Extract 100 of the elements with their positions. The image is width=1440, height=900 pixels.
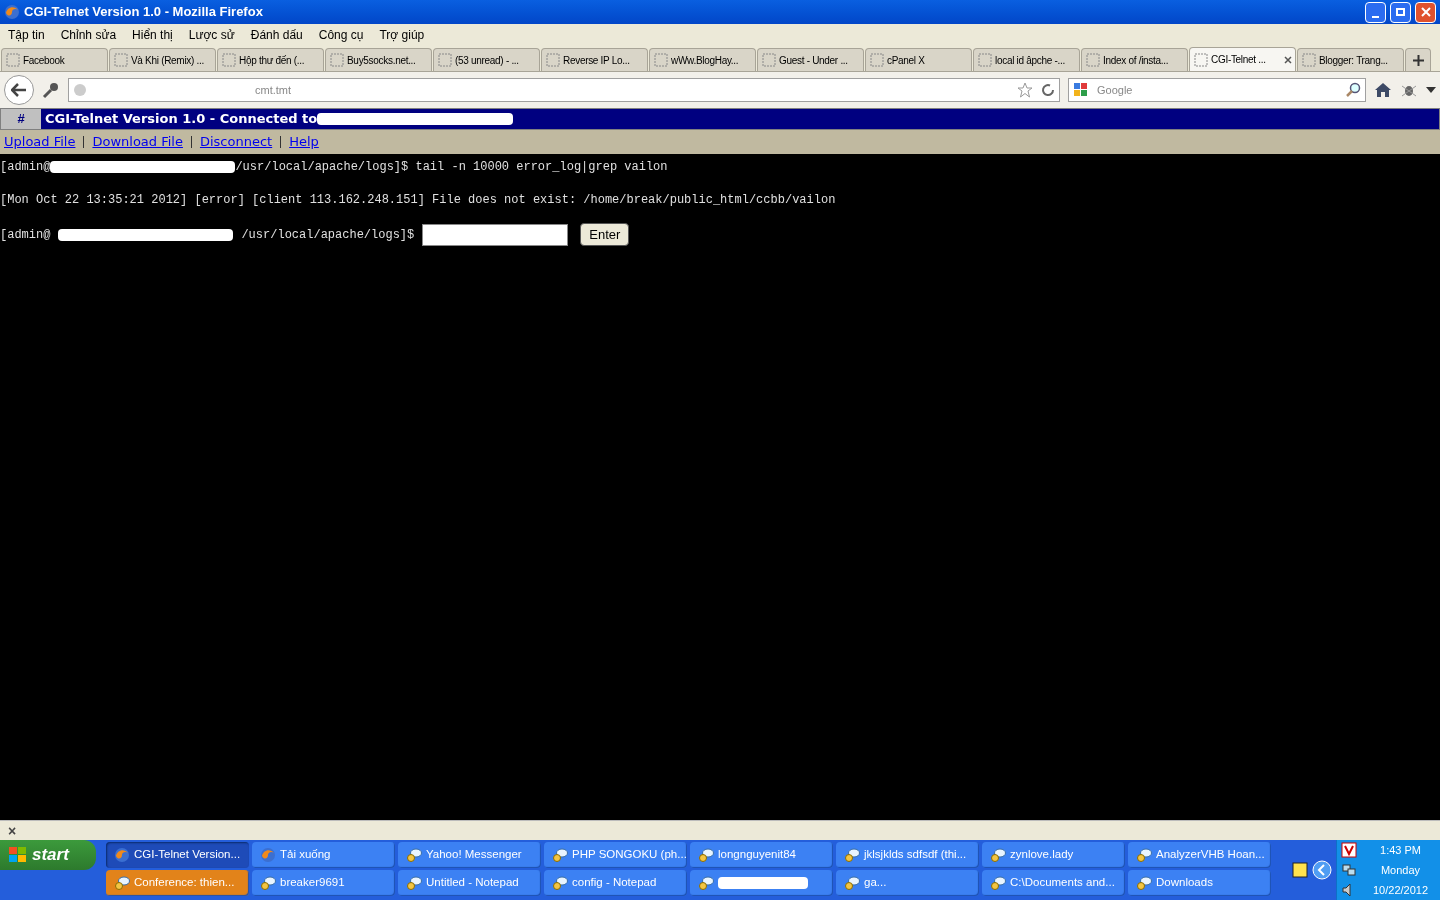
close-icon[interactable] <box>1284 55 1292 64</box>
plus-icon <box>1412 54 1424 66</box>
taskbar-button[interactable]: config - Notepad <box>544 870 687 896</box>
page-icon <box>437 52 453 68</box>
browser-tab[interactable]: Guest - Under ... <box>757 48 864 71</box>
page-icon <box>5 52 21 68</box>
browser-tab[interactable]: Hộp thư đến (... <box>217 48 324 71</box>
key-icon <box>42 81 60 99</box>
taskbar-button[interactable]: Tải xuống <box>252 842 395 868</box>
globe-icon <box>114 847 130 863</box>
tab-label: wWw.BlogHay... <box>671 53 740 68</box>
globe-icon <box>73 83 87 97</box>
tab-label: Hộp thư đến (... <box>239 53 306 68</box>
taskbar-button[interactable]: jklsjklds sdfsdf (thi... <box>836 842 979 868</box>
menu-item[interactable]: Chỉnh sửa <box>60 26 117 44</box>
taskbar-button[interactable]: CGI-Telnet Version... <box>106 842 249 868</box>
taskbar-button[interactable]: longnguyenit84 <box>690 842 833 868</box>
nav-link[interactable]: Download File <box>92 132 183 152</box>
taskbar-button[interactable] <box>690 870 833 896</box>
page-icon <box>545 52 561 68</box>
globe-icon <box>4 4 20 20</box>
command-line: /usr/local/apache/logs]$ tail -n 10000 error_log|grep vailon <box>235 159 668 176</box>
menu-item[interactable]: Trợ giúp <box>379 26 425 44</box>
browser-tab[interactable]: cPanel X <box>865 48 972 71</box>
star-icon[interactable] <box>1017 82 1033 98</box>
search-field[interactable]: Google <box>1068 78 1366 102</box>
back-arrow-icon <box>11 83 27 97</box>
chat-bubble-icon <box>990 847 1006 863</box>
address-text: cmt.tmt <box>254 82 293 98</box>
browser-tab[interactable]: Và Khi (Remix) ... <box>109 48 216 71</box>
browser-tab[interactable]: Facebook <box>1 48 108 71</box>
close-button[interactable] <box>1415 1 1436 23</box>
clock-time: 1:43 PM <box>1380 842 1421 858</box>
browser-tab[interactable]: Buy5socks.net... <box>325 48 432 71</box>
address-field[interactable]: cmt.tmt <box>68 78 1060 102</box>
menu-item[interactable]: Hiển thị <box>132 26 173 44</box>
taskbar-button[interactable]: zynlove.lady <box>982 842 1125 868</box>
chat-bubble-icon <box>990 875 1006 891</box>
taskbar-button[interactable]: Downloads <box>1128 870 1271 896</box>
prompt-text: [admin@ <box>0 226 51 244</box>
home-icon[interactable] <box>1374 81 1392 99</box>
tab-label: Index of /insta... <box>1103 53 1170 68</box>
new-tab-button[interactable] <box>1405 48 1431 71</box>
tab-label: Reverse IP Lo... <box>563 53 631 68</box>
output-line: [Mon Oct 22 13:35:21 2012] [error] [client 113.162.248.151] File does not exist: /home/break/public_html/ccbb/vailon <box>0 192 837 209</box>
menu-item[interactable]: Lược sử <box>188 26 235 44</box>
browser-tab[interactable]: wWw.BlogHay... <box>649 48 756 71</box>
globe-icon <box>260 847 276 863</box>
taskbar-button[interactable]: breaker9691 <box>252 870 395 896</box>
browser-tab[interactable]: CGI-Telnet ... <box>1189 47 1296 71</box>
antivirus-icon[interactable] <box>1341 842 1357 858</box>
browser-tab[interactable]: Reverse IP Lo... <box>541 48 648 71</box>
chat-bubble-icon <box>1136 847 1152 863</box>
chat-bubble-icon <box>844 875 860 891</box>
chat-bubble-icon <box>406 875 422 891</box>
tab-label: Buy5socks.net... <box>347 53 417 68</box>
tab-label: Guest - Under ... <box>779 53 849 68</box>
window-title: CGI-Telnet Version 1.0 - Mozilla Firefox <box>24 3 264 22</box>
back-button[interactable] <box>4 75 34 105</box>
expand-tray-icon[interactable] <box>1312 860 1332 880</box>
start-button[interactable]: start <box>0 840 96 870</box>
browser-tab[interactable]: Index of /insta... <box>1081 48 1188 71</box>
nav-link[interactable]: Help <box>289 132 319 152</box>
taskbar-button[interactable]: C:\Documents and... <box>982 870 1125 896</box>
taskbar-button[interactable]: ga... <box>836 870 979 896</box>
page-icon <box>653 52 669 68</box>
browser-tab[interactable]: Blogger: Trang... <box>1297 48 1404 71</box>
google-icon <box>1073 82 1089 98</box>
network-icon[interactable] <box>1341 862 1357 878</box>
search-input[interactable]: Google <box>1097 81 1337 99</box>
page-icon <box>869 52 885 68</box>
reload-icon[interactable] <box>1041 83 1055 97</box>
minimize-button[interactable] <box>1365 1 1386 23</box>
clock-day: Monday <box>1380 861 1421 879</box>
command-field[interactable] <box>422 223 569 246</box>
taskbar-button[interactable]: Untitled - Notepad <box>398 870 541 896</box>
browser-tab[interactable]: local id âpche -... <box>973 48 1080 71</box>
taskbar-button[interactable]: PHP SONGOKU (ph... <box>544 842 687 868</box>
windows-logo-icon <box>8 846 28 864</box>
path-text: /usr/local/apache/logs]$ <box>241 226 415 244</box>
taskbar-button[interactable]: Yahoo! Messenger <box>398 842 541 868</box>
search-icon[interactable] <box>1345 82 1361 98</box>
tab-label: Và Khi (Remix) ... <box>131 53 205 68</box>
close-find-bar-button[interactable]: × <box>8 823 17 838</box>
help-icon[interactable] <box>1292 862 1308 878</box>
page-icon <box>113 52 129 68</box>
dropdown-caret-icon[interactable] <box>1426 87 1436 93</box>
nav-link[interactable]: Disconnect <box>199 132 273 152</box>
menu-item[interactable]: Đánh dấu <box>250 26 303 44</box>
tab-label: local id âpche -... <box>995 53 1066 68</box>
nav-link[interactable]: Upload File <box>4 132 76 152</box>
menu-item[interactable]: Tập tin <box>8 26 45 44</box>
menu-item[interactable]: Công cụ <box>318 26 364 44</box>
taskbar-button[interactable]: AnalyzerVHB Hoan... <box>1128 842 1271 868</box>
browser-tab[interactable]: (53 unread) - ... <box>433 48 540 71</box>
chat-bubble-icon <box>844 847 860 863</box>
enter-button[interactable]: Enter <box>580 223 630 246</box>
tab-label: Facebook <box>23 53 66 68</box>
chat-bubble-icon <box>114 875 130 891</box>
restore-button[interactable] <box>1390 1 1411 23</box>
